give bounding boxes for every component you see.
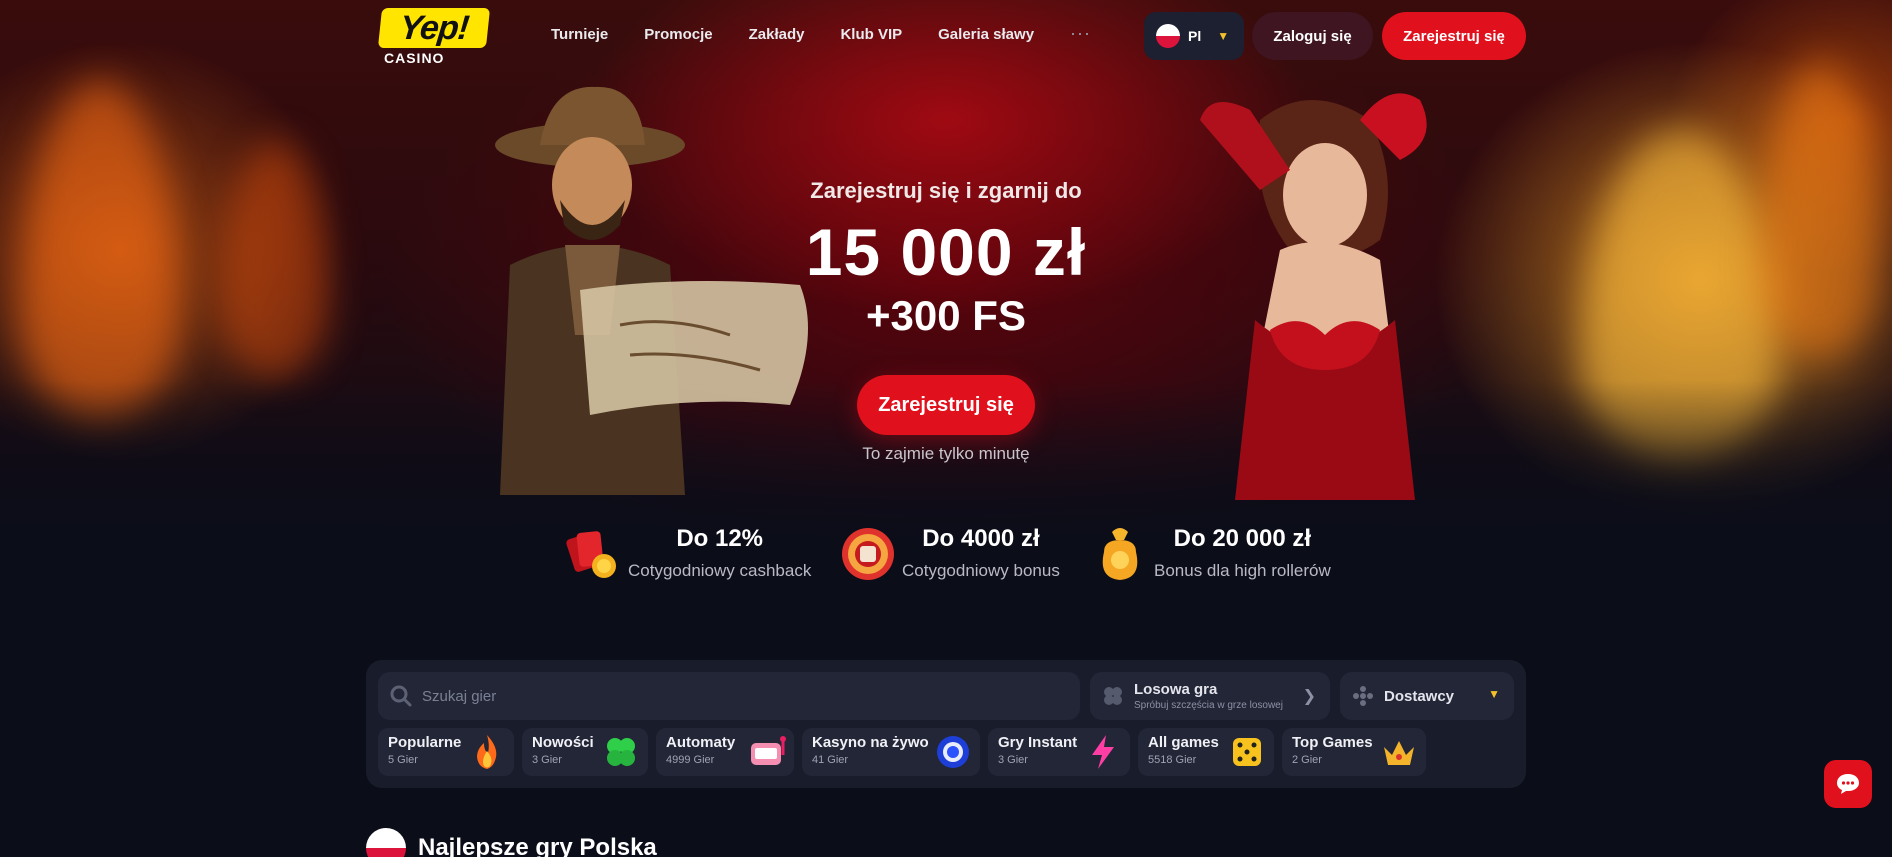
- category-popular[interactable]: Popularne 5 Gier: [378, 728, 514, 776]
- logo-subtitle: CASINO: [384, 50, 445, 66]
- category-live-casino[interactable]: Kasyno na żywo 41 Gier: [802, 728, 980, 776]
- section-title: Najlepsze gry Polska: [418, 834, 657, 857]
- games-filter-panel: Losowa gra Spróbuj szczęścia w grze loso…: [366, 660, 1526, 788]
- nav-item-vip-club[interactable]: Klub VIP: [840, 26, 902, 43]
- search-bar[interactable]: [378, 672, 1080, 720]
- casino-chip-icon: [937, 736, 969, 768]
- register-button-hero[interactable]: Zarejestruj się: [857, 375, 1035, 435]
- benefit-description: Bonus dla high rollerów: [1154, 561, 1331, 580]
- hero-free-spins: +300 FS: [866, 292, 1026, 339]
- register-button-header[interactable]: Zarejestruj się: [1382, 12, 1526, 60]
- hero-note: To zajmie tylko minutę: [862, 444, 1030, 463]
- random-game-button[interactable]: Losowa gra Spróbuj szczęścia w grze loso…: [1090, 672, 1330, 720]
- nav-item-promotions[interactable]: Promocje: [644, 26, 712, 43]
- benefit-title: Do 20 000 zł: [1173, 525, 1312, 552]
- main-nav: Turnieje Promocje Zakłady Klub VIP Galer…: [551, 24, 1091, 43]
- benefit-weekly-bonus: Do 4000 zł Cotygodniowy bonus: [838, 522, 1060, 584]
- search-input[interactable]: [422, 687, 1042, 705]
- woman-character-illustration: [1200, 93, 1427, 500]
- benefits-row: Do 12% Cotygodniowy cashback Do 4000 zł …: [0, 522, 1892, 592]
- chevron-down-icon: ▼: [1217, 29, 1230, 43]
- random-game-subtitle: Spróbuj szczęścia w grze losowej: [1134, 700, 1283, 711]
- logo-mark: Yep!: [377, 8, 491, 48]
- poland-flag-icon: [1156, 24, 1180, 48]
- nav-item-sports-bets[interactable]: Zakłady: [749, 26, 805, 43]
- category-top-games[interactable]: Top Games 2 Gier: [1282, 728, 1426, 776]
- providers-icon: [1353, 686, 1373, 706]
- hero-subtitle: Zarejestruj się i zgarnij do: [810, 178, 1082, 203]
- fire-icon: [477, 735, 497, 769]
- search-icon: [390, 685, 412, 707]
- benefit-high-roller: Do 20 000 zł Bonus dla high rollerów: [1090, 522, 1331, 584]
- yep-casino-logo[interactable]: Yep! CASINO: [377, 8, 491, 66]
- clover-random-icon: [1104, 687, 1122, 705]
- login-button[interactable]: Zaloguj się: [1252, 12, 1373, 60]
- hero-bonus-amount: 15 000 zł: [805, 215, 1087, 289]
- more-menu-icon[interactable]: ···: [1070, 24, 1091, 43]
- benefit-title: Do 12%: [676, 525, 764, 552]
- benefit-title: Do 4000 zł: [922, 525, 1040, 552]
- random-game-title: Losowa gra: [1134, 681, 1218, 698]
- crown-icon: [1384, 741, 1414, 765]
- money-bag-icon: [1102, 528, 1138, 580]
- language-code: Pl: [1188, 28, 1202, 44]
- bonus-wheel-icon: [842, 528, 894, 580]
- dice-icon: [1233, 738, 1261, 766]
- cashback-icon: [566, 531, 616, 578]
- category-instant-games[interactable]: Gry Instant 3 Gier: [988, 728, 1130, 776]
- category-all-games[interactable]: All games 5518 Gier: [1138, 728, 1274, 776]
- lightning-icon: [1092, 735, 1114, 769]
- category-slots[interactable]: Automaty 4999 Gier: [656, 728, 794, 776]
- slot-machine-icon: [751, 736, 786, 765]
- language-selector[interactable]: Pl ▼: [1144, 12, 1244, 60]
- benefit-cashback: Do 12% Cotygodniowy cashback: [564, 522, 811, 584]
- providers-label: Dostawcy: [1384, 687, 1455, 705]
- chat-icon: [1837, 774, 1859, 794]
- providers-dropdown[interactable]: Dostawcy ▼: [1340, 672, 1514, 720]
- chevron-right-icon: ❯: [1302, 688, 1316, 705]
- benefit-description: Cotygodniowy bonus: [902, 561, 1060, 580]
- category-new[interactable]: Nowości 3 Gier: [522, 728, 648, 776]
- top-header: Yep! CASINO Turnieje Promocje Zakłady Kl…: [0, 0, 1892, 72]
- clover-icon: [607, 738, 635, 766]
- nav-item-hall-of-fame[interactable]: Galeria sławy: [938, 26, 1034, 43]
- poland-flag-icon: [366, 828, 406, 857]
- nav-item-tournaments[interactable]: Turnieje: [551, 26, 608, 43]
- chevron-down-icon: ▼: [1488, 687, 1500, 701]
- benefit-description: Cotygodniowy cashback: [628, 561, 812, 580]
- chat-support-button[interactable]: [1824, 760, 1872, 808]
